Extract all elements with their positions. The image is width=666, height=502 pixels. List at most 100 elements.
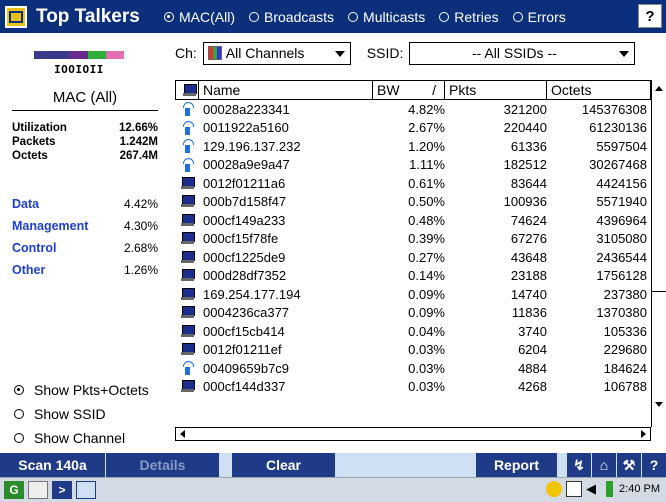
bw-cell: 2.67%: [408, 120, 445, 136]
octets-cell: 4396964: [596, 212, 647, 228]
access-point-icon: [181, 102, 194, 117]
scroll-right-icon[interactable]: [641, 430, 646, 438]
access-point-icon: [181, 157, 194, 172]
app-menu-icon[interactable]: [5, 5, 27, 28]
report-button[interactable]: Report: [476, 453, 558, 477]
terminal-icon[interactable]: >: [52, 481, 72, 499]
octets-cell: 237380: [603, 286, 647, 302]
table-row[interactable]: 000d28df7352 0.14% 23188 1756128: [175, 267, 666, 286]
row-type-cell: [175, 343, 199, 356]
table-row[interactable]: 000cf15f78fe 0.39% 67276 3105080: [175, 230, 666, 249]
view-mode-multicasts[interactable]: Multicasts: [348, 9, 425, 25]
stat-label: Octets: [12, 150, 48, 162]
table-row[interactable]: 169.254.177.194 0.09% 14740 237380: [175, 285, 666, 304]
table-row[interactable]: 0011922a5160 2.67% 220440 61230136: [175, 119, 666, 138]
stat-packets: Packets 1.242M: [12, 135, 158, 149]
table-row[interactable]: 00028a9e9a47 1.11% 182512 30267468: [175, 156, 666, 175]
vertical-scrollbar[interactable]: [651, 80, 666, 427]
category-value: 4.30%: [123, 219, 158, 233]
pkts-cell: 100936: [503, 194, 547, 210]
table-row[interactable]: 00409659b7c9 0.03% 4884 184624: [175, 359, 666, 378]
scan-button[interactable]: Scan 140a: [0, 453, 106, 477]
access-point-icon: [181, 139, 194, 154]
table-row[interactable]: 0012f01211a6 0.61% 83644 4424156: [175, 174, 666, 193]
computer-icon: [180, 269, 195, 282]
table-row[interactable]: 00028a223341 4.82% 321200 145376308: [175, 100, 666, 119]
status-icon[interactable]: [546, 481, 563, 497]
help-button[interactable]: ?: [638, 4, 662, 28]
name-cell: 000cf149a233: [203, 212, 286, 228]
radio-icon: [439, 11, 450, 22]
row-type-cell: [175, 195, 199, 208]
scroll-thumb[interactable]: [652, 291, 666, 292]
view-mode-retries[interactable]: Retries: [439, 9, 499, 25]
view-mode-mac-all[interactable]: MAC(All): [164, 9, 235, 25]
category-other[interactable]: Other 1.26%: [12, 259, 158, 281]
octets-cell: 145376308: [581, 101, 647, 117]
tools-icon[interactable]: ⚒: [617, 453, 641, 477]
category-label: Data: [12, 197, 40, 211]
bw-cell: 0.09%: [408, 286, 445, 302]
table-row[interactable]: 0004236ca377 0.09% 11836 1370380: [175, 304, 666, 323]
table-row[interactable]: 000cf144d337 0.03% 4268 106788: [175, 378, 666, 397]
start-icon[interactable]: G: [4, 481, 24, 499]
scroll-left-icon[interactable]: [180, 430, 185, 438]
octets-cell: 61230136: [589, 120, 647, 136]
table-row[interactable]: 129.196.137.232 1.20% 61336 5597504: [175, 137, 666, 156]
view-mode-errors[interactable]: Errors: [512, 8, 566, 25]
scroll-down-icon[interactable]: [655, 402, 663, 407]
scroll-up-icon[interactable]: [655, 86, 663, 91]
home-icon[interactable]: ⌂: [592, 453, 616, 477]
speaker-icon[interactable]: ◀: [586, 481, 602, 497]
view-mode-label: Errors: [527, 8, 566, 25]
column-pkts-header[interactable]: Pkts: [445, 80, 547, 100]
display-options: Show Pkts+Octets Show SSID Show Channel: [14, 378, 149, 450]
system-tray: ◀ 2:40 PM: [542, 481, 660, 497]
view-mode-group: MAC(All) Broadcasts Multicasts Retries E…: [164, 9, 580, 25]
bw-cell: 1.20%: [408, 138, 445, 154]
help-icon[interactable]: ?: [642, 453, 666, 477]
channel-dropdown[interactable]: All Channels: [202, 41, 351, 65]
table-row[interactable]: 000cf15cb414 0.04% 3740 105336: [175, 322, 666, 341]
bw-cell: 0.61%: [408, 175, 445, 191]
clipboard-icon[interactable]: [566, 481, 583, 497]
details-button[interactable]: Details: [106, 453, 220, 477]
row-type-cell: [175, 139, 199, 154]
name-cell: 0004236ca377: [203, 305, 290, 321]
column-name-header[interactable]: Name: [199, 80, 373, 100]
option-show-ssid[interactable]: Show SSID: [14, 402, 149, 426]
option-label: Show Pkts+Octets: [34, 382, 149, 398]
column-octets-header[interactable]: Octets: [547, 80, 651, 100]
category-list: Data 4.42% Management 4.30% Control 2.68% O…: [12, 193, 158, 281]
option-show-pkts-octets[interactable]: Show Pkts+Octets: [14, 378, 149, 402]
row-type-cell: [175, 287, 199, 301]
octets-cell: 184624: [603, 360, 647, 376]
window-icon[interactable]: [76, 481, 96, 499]
switch-icon[interactable]: ↯: [567, 453, 591, 477]
category-management[interactable]: Management 4.30%: [12, 215, 158, 237]
table-row[interactable]: 000cf1225de9 0.27% 43648 2436544: [175, 248, 666, 267]
computer-icon: [180, 232, 195, 245]
option-show-channel[interactable]: Show Channel: [14, 426, 149, 450]
pkts-cell: 61336: [510, 138, 547, 154]
view-mode-broadcasts[interactable]: Broadcasts: [249, 9, 334, 25]
radio-icon: [14, 433, 24, 443]
ssid-dropdown[interactable]: -- All SSIDs --: [409, 41, 636, 65]
column-bw-header[interactable]: BW /: [373, 80, 445, 100]
keyboard-icon[interactable]: [28, 481, 48, 499]
stat-value: 267.4M: [119, 150, 158, 162]
octets-cell: 1756128: [596, 268, 647, 284]
stat-label: Utilization: [12, 122, 67, 134]
row-type-cell: [175, 361, 199, 376]
category-data[interactable]: Data 4.42%: [12, 193, 158, 215]
stat-utilization: Utilization 12.66%: [12, 121, 158, 135]
table-row[interactable]: 000b7d158f47 0.50% 100936 5571940: [175, 193, 666, 212]
table-row[interactable]: 000cf149a233 0.48% 74624 4396964: [175, 211, 666, 230]
clear-button[interactable]: Clear: [232, 453, 336, 477]
bw-cell: 0.04%: [408, 323, 445, 339]
column-type-header[interactable]: [175, 80, 199, 100]
category-control[interactable]: Control 2.68%: [12, 237, 158, 259]
table-row[interactable]: 0012f01211ef 0.03% 6204 229680: [175, 341, 666, 360]
pkts-cell: 23188: [510, 268, 547, 284]
horizontal-scrollbar[interactable]: [175, 427, 651, 441]
